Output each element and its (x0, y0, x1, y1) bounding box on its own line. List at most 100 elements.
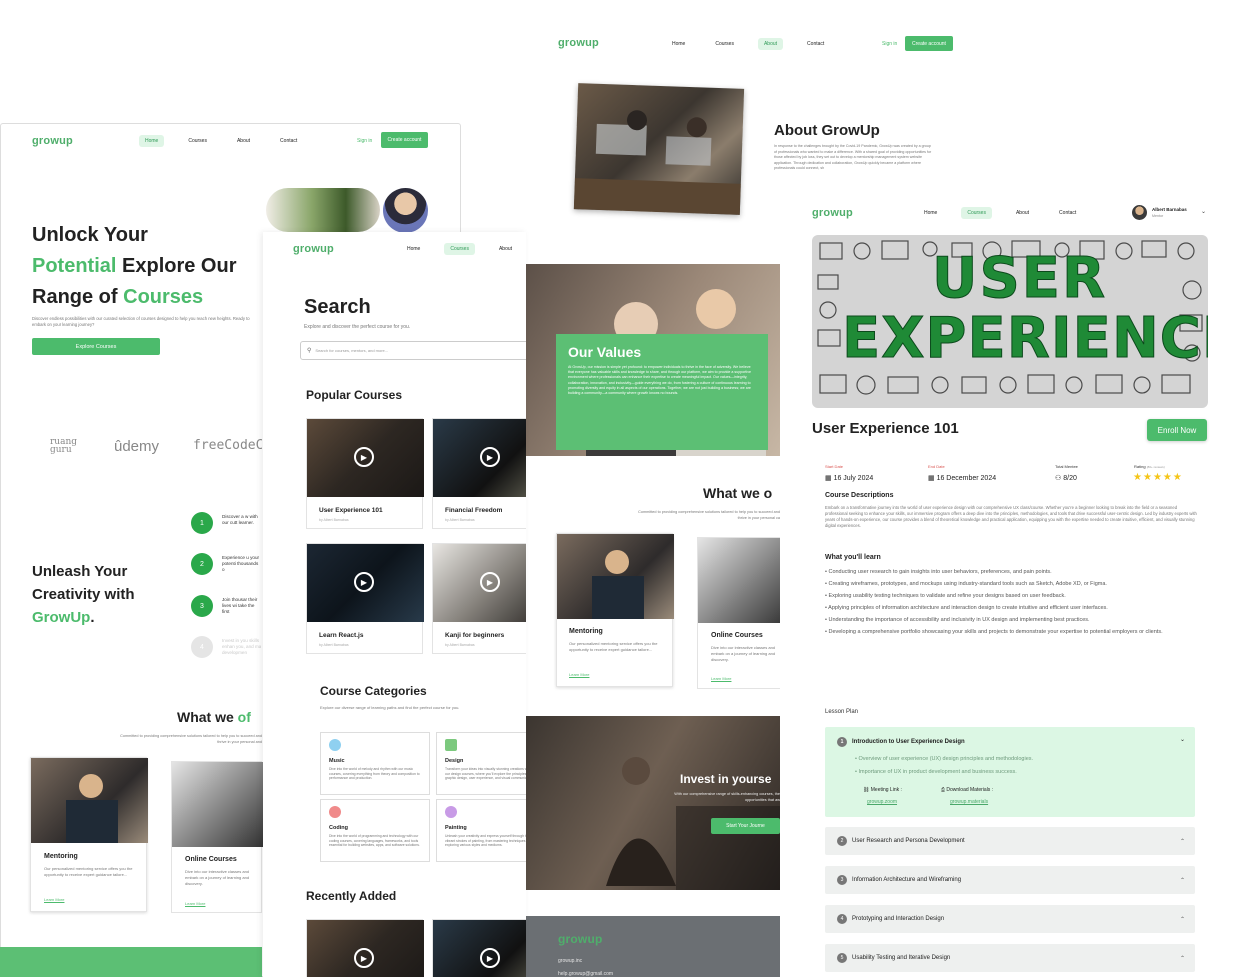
home-offer-online-card[interactable]: Online Courses Dive into our interactive… (171, 761, 263, 913)
learn-more-link[interactable]: Learn More (711, 676, 731, 681)
invest-section: Invest in yourse With our comprehensive … (526, 716, 780, 890)
start-journey-button[interactable]: Start Your Journe (711, 818, 780, 834)
avatar[interactable] (1132, 205, 1147, 220)
play-icon[interactable]: ▶ (354, 948, 374, 968)
lesson-header[interactable]: 1 Introduction to User Experience Design (837, 737, 965, 747)
nav-about[interactable]: About (1010, 207, 1035, 219)
mentee-count: ⚇ 8/20 (1055, 474, 1077, 482)
about-offer-online-card[interactable]: Online Courses Dive into our interactive… (697, 537, 788, 689)
nav-home[interactable]: Home (918, 207, 943, 219)
learn-item-text: Conducting user research to gain insight… (828, 569, 1052, 575)
sign-in-link[interactable]: Sign in (357, 138, 372, 144)
explore-courses-button[interactable]: Explore Courses (32, 338, 160, 355)
star-icon: ★ (1152, 472, 1163, 483)
lesson-row-2[interactable]: 2 User Research and Persona Development … (825, 827, 1195, 855)
lesson-row-3[interactable]: 3 Information Architecture and Wireframi… (825, 866, 1195, 894)
mentoring-photo (557, 534, 674, 619)
course-card-ux[interactable]: ▶ User Experience 101 by Albert Barnabas (306, 418, 424, 529)
logo[interactable]: growup (293, 243, 334, 255)
meeting-link[interactable]: growup.zoom (867, 799, 897, 805)
play-icon[interactable]: ▶ (354, 572, 374, 592)
nav-contact[interactable]: Contact (274, 135, 303, 147)
lesson-number: 3 (837, 875, 847, 885)
category-painting[interactable]: Painting Unleash your creativity and exp… (436, 799, 526, 862)
lesson-title: Information Architecture and Wireframing (852, 877, 962, 883)
end-date-value: 16 December 2024 (936, 475, 997, 482)
play-icon[interactable]: ▶ (354, 447, 374, 467)
calendar-icon: ▦ (825, 475, 834, 482)
recent-course-card[interactable]: ▶ (306, 919, 424, 977)
chevron-down-icon[interactable]: ⌄ (1180, 736, 1185, 743)
nav-about[interactable]: About (231, 135, 256, 147)
chevron-up-icon[interactable]: ⌃ (1180, 838, 1185, 845)
footer-logo[interactable]: growup (558, 932, 603, 946)
description-title: Course Descriptions (825, 492, 894, 499)
user-name: Albert Barnabas (1152, 207, 1187, 212)
learn-more-link[interactable]: Learn More (569, 672, 589, 677)
sign-in-link[interactable]: Sign in (882, 41, 897, 47)
mentoring-photo (31, 758, 148, 843)
lesson-row-5[interactable]: 5 Usability Testing and Iterative Design… (825, 944, 1195, 972)
play-icon[interactable]: ▶ (480, 572, 500, 592)
download-link[interactable]: growup.materials (950, 799, 988, 805)
design-icon (445, 739, 457, 751)
course-thumbnail: ▶ (307, 544, 424, 622)
category-coding[interactable]: Coding Dive into the world of programmin… (320, 799, 430, 862)
music-icon (329, 739, 341, 751)
lesson-1-expanded[interactable]: 1 Introduction to User Experience Design… (825, 727, 1195, 817)
create-account-button[interactable]: Create account (381, 132, 428, 148)
learn-more-link[interactable]: Learn More (185, 901, 205, 906)
footer-email[interactable]: help.growup@gmail.com (558, 971, 613, 977)
nav-courses[interactable]: Courses (444, 243, 475, 255)
course-card-kanji[interactable]: ▶ Kanji for beginners by Albert Barnabas (432, 543, 526, 654)
course-mentor: by Albert Barnabas (319, 643, 349, 647)
course-card-finance[interactable]: ▶ Financial Freedom by Albert Barnabas (432, 418, 526, 529)
enroll-now-button[interactable]: Enroll Now (1147, 419, 1207, 441)
nav-home[interactable]: Home (401, 243, 426, 255)
create-account-button[interactable]: Create account (905, 36, 953, 51)
nav-about[interactable]: About (757, 38, 784, 50)
star-icon: ★ (1172, 472, 1183, 483)
lesson-row-4[interactable]: 4 Prototyping and Interaction Design ⌃ (825, 905, 1195, 933)
nav-home[interactable]: Home (666, 38, 691, 50)
learn-item-text: Exploring usability testing techniques t… (828, 593, 1066, 599)
course-thumbnail: ▶ (433, 920, 526, 977)
popular-title: Popular Courses (306, 388, 403, 402)
hero-heading: Unlock Your Potential Explore Our Range … (32, 220, 236, 313)
learn-more-link[interactable]: Learn More (44, 897, 64, 902)
nav-home[interactable]: Home (139, 135, 165, 147)
top-nav: Home Courses About Contact (139, 135, 303, 147)
categories-sub: Explore our diverse range of learning pa… (320, 705, 460, 710)
chevron-down-icon[interactable]: ⌄ (1201, 208, 1206, 215)
course-card-react[interactable]: ▶ Learn React.js by Albert Barnabas (306, 543, 424, 654)
category-design[interactable]: Design Transform your ideas into visuall… (436, 732, 526, 795)
logo[interactable]: growup (32, 135, 73, 147)
logo[interactable]: growup (812, 207, 853, 219)
category-music[interactable]: Music Dive into the world of melody and … (320, 732, 430, 795)
home-green-band (0, 947, 262, 977)
unleash-dot: . (90, 609, 95, 626)
nav-courses[interactable]: Courses (709, 38, 740, 50)
chevron-up-icon[interactable]: ⌃ (1180, 877, 1185, 884)
nav-courses[interactable]: Courses (961, 207, 992, 219)
course-banner: USER EXPERIENCE (812, 235, 1208, 408)
play-icon[interactable]: ▶ (480, 447, 500, 467)
step-text: Discover a w with our cutt learner. (222, 514, 258, 525)
chevron-up-icon[interactable]: ⌃ (1180, 955, 1185, 962)
values-section: Our Values At GrowUp, our mission is sim… (526, 264, 780, 456)
nav-contact[interactable]: Contact (1053, 207, 1082, 219)
rating-label-text: Rating (1134, 464, 1146, 469)
start-date-value: 16 July 2024 (833, 475, 874, 482)
logo[interactable]: growup (558, 37, 599, 49)
play-icon[interactable]: ▶ (480, 948, 500, 968)
search-input[interactable]: ⚲ Search for courses, mentors, and more.… (300, 341, 526, 360)
offer-desc: Dive into our interactive classes and em… (711, 645, 776, 662)
home-offer-mentoring-card[interactable]: Mentoring Our personalized mentoring ser… (30, 757, 148, 912)
about-offer-mentoring-card[interactable]: Mentoring Our personalized mentoring ser… (556, 533, 674, 687)
home-offer-title: What we of (177, 709, 262, 725)
nav-courses[interactable]: Courses (182, 135, 213, 147)
nav-about[interactable]: About (493, 243, 518, 255)
chevron-up-icon[interactable]: ⌃ (1180, 916, 1185, 923)
nav-contact[interactable]: Contact (801, 38, 830, 50)
recent-course-card[interactable]: ▶ (432, 919, 526, 977)
